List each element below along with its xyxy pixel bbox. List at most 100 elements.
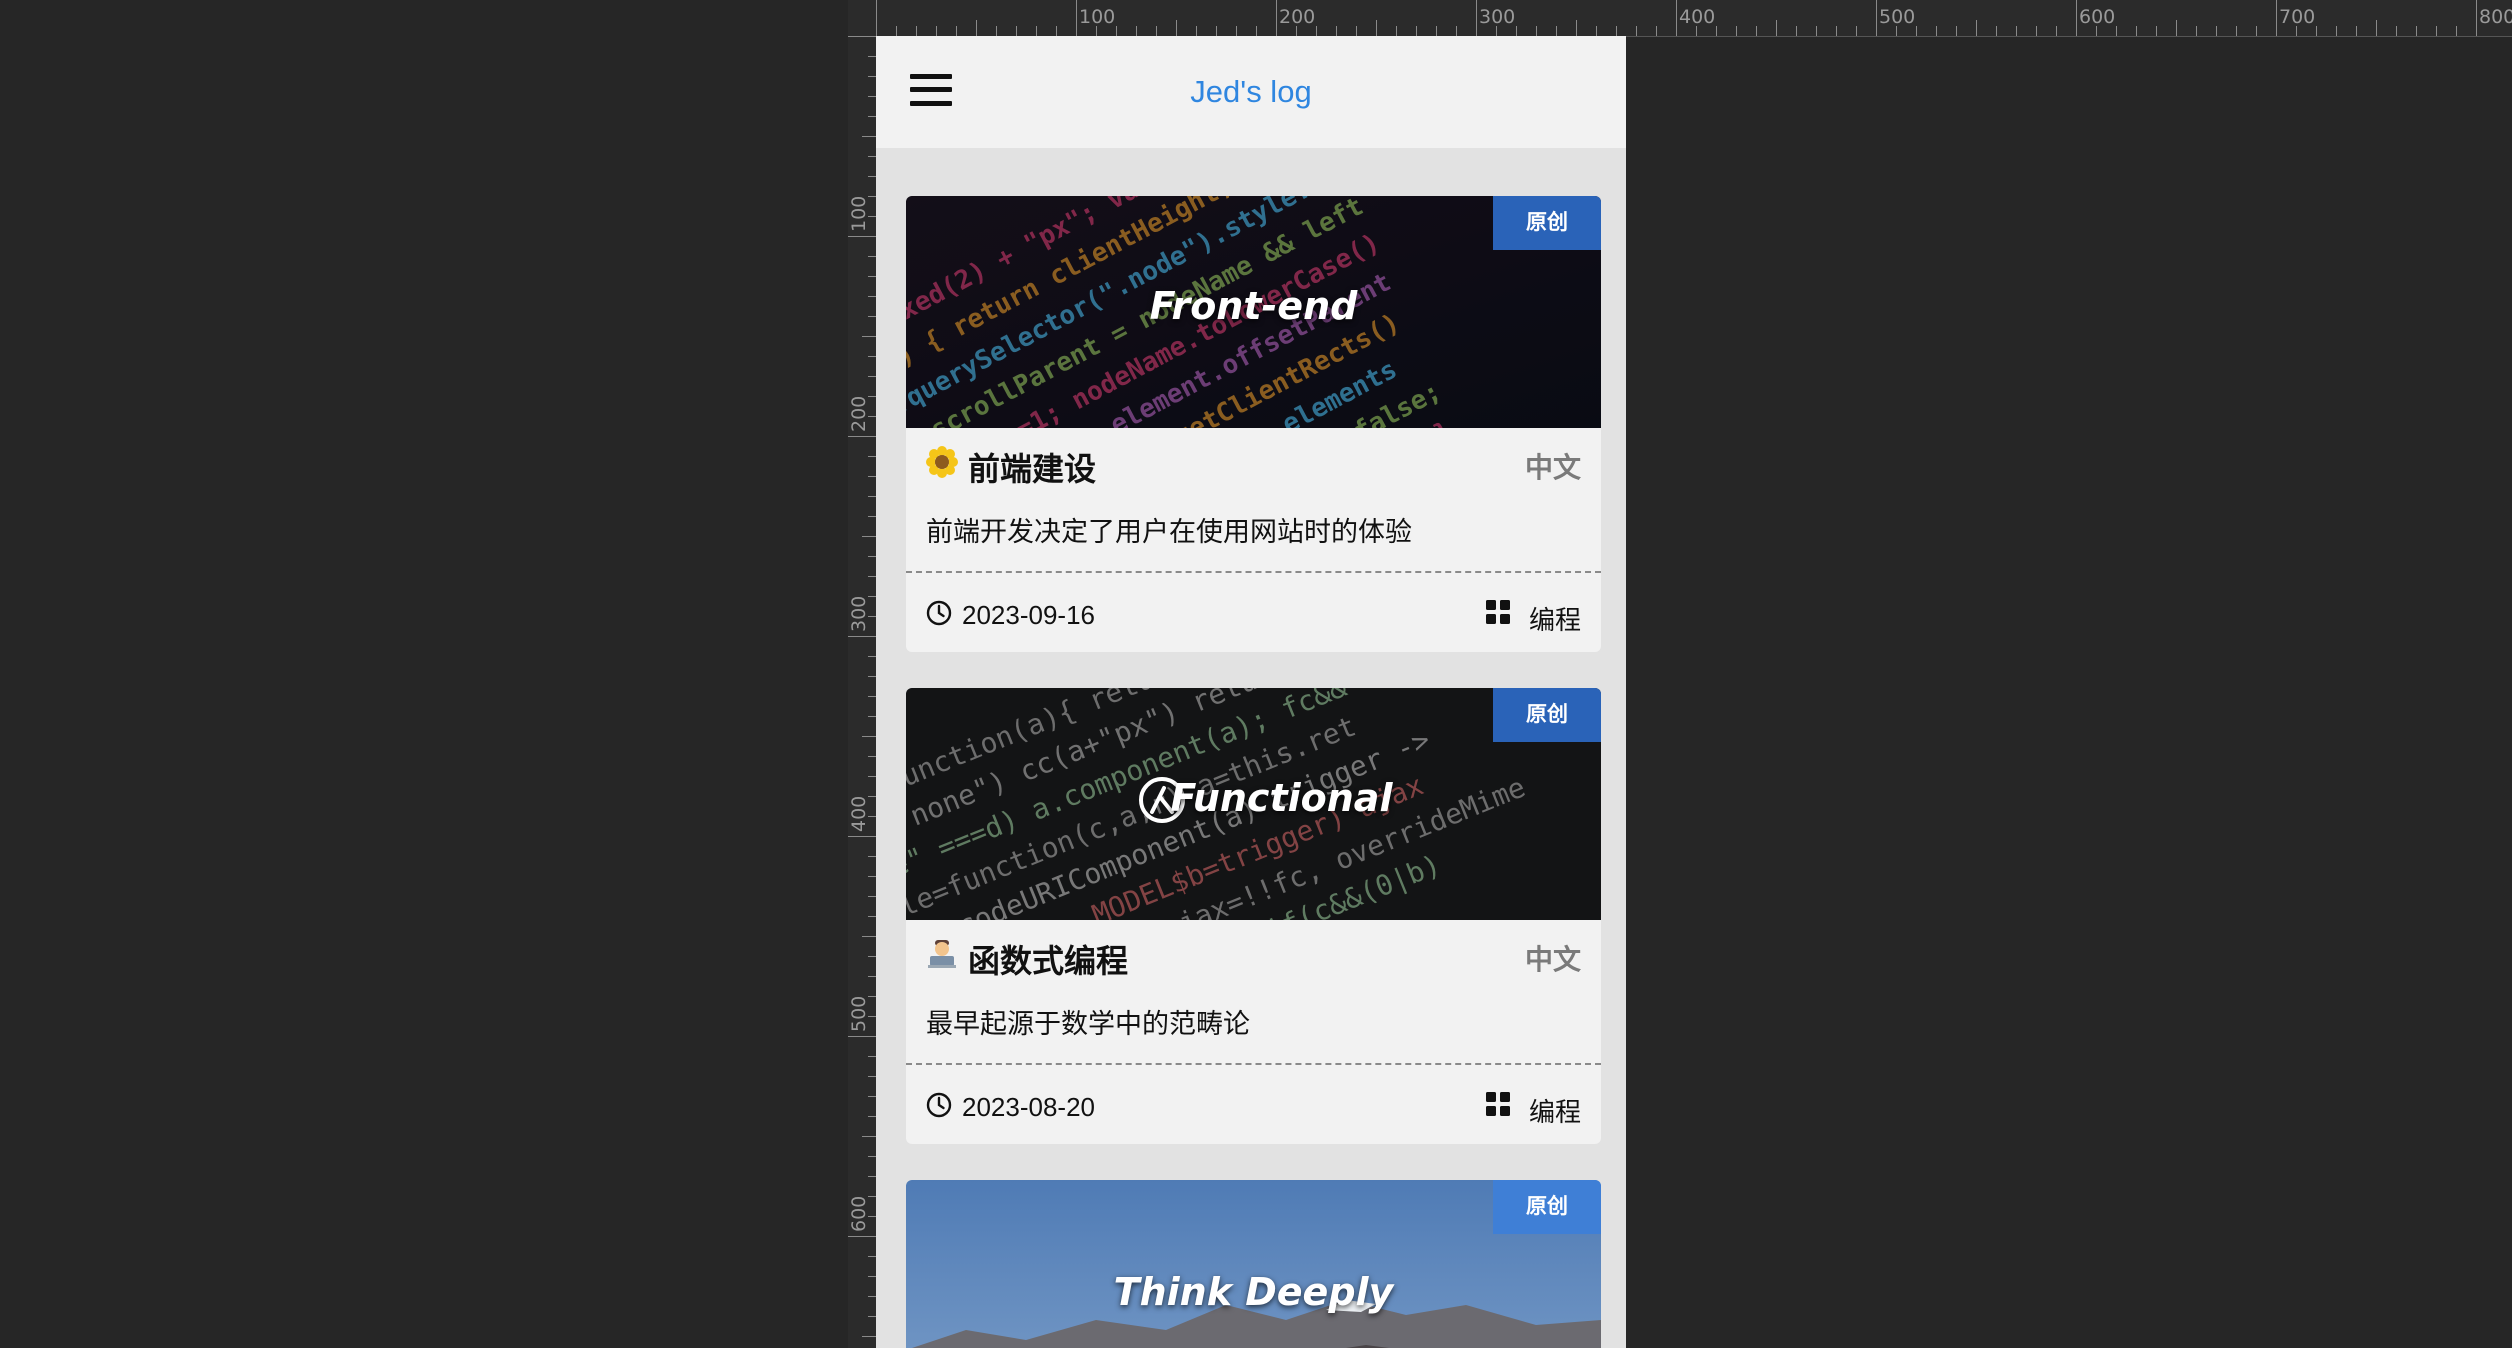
ruler-tick (848, 1036, 876, 1037)
category-grid-icon (1486, 600, 1510, 624)
ruler-tick (868, 756, 876, 757)
divider (906, 1063, 1601, 1065)
ruler-tick (1036, 26, 1037, 36)
ruler-label: 500 (848, 995, 870, 1032)
top-nav-bar: Jed's log (876, 36, 1626, 148)
ruler-tick (1756, 26, 1757, 36)
ruler-label: 300 (848, 595, 870, 632)
ruler-tick (1996, 26, 1997, 36)
post-cover-image[interactable]: is.each(function(a){ return this.compone… (906, 688, 1601, 920)
ruler-tick (868, 916, 876, 917)
ruler-tick (868, 516, 876, 517)
ruler-label: 600 (2079, 6, 2116, 28)
post-description: 前端开发决定了用户在使用网站时的体验 (926, 517, 1412, 547)
post-category[interactable]: 编程 (1529, 1092, 1581, 1129)
ruler-tick (2196, 26, 2197, 36)
post-cover-image[interactable]: Think Deeply 原创 (906, 1180, 1601, 1348)
ruler-tick (2376, 20, 2377, 36)
ruler-tick (868, 176, 876, 177)
ruler-tick (848, 1236, 876, 1237)
post-card-think-deeply[interactable]: Think Deeply 原创 (906, 1180, 1601, 1348)
ruler-tick (868, 1316, 876, 1317)
post-description: 最早起源于数学中的范畴论 (926, 1009, 1250, 1039)
ruler-tick (1936, 26, 1937, 36)
ruler-tick (1256, 26, 1257, 36)
ruler-tick (1776, 20, 1777, 36)
site-title[interactable]: Jed's log (876, 74, 1626, 110)
ruler-tick (2076, 0, 2077, 36)
ruler-tick (956, 26, 957, 36)
ruler-tick (862, 736, 876, 737)
ruler-tick (868, 476, 876, 477)
ruler-tick (1136, 26, 1137, 36)
ruler-tick (868, 1096, 876, 1097)
ruler-tick (868, 316, 876, 317)
ruler-tick (868, 1276, 876, 1277)
ruler-tick (1836, 26, 1837, 36)
cover-title: Think Deeply (1113, 1270, 1394, 1314)
post-category[interactable]: 编程 (1529, 600, 1581, 637)
ruler-left: 100 200 300 400 500 600 (848, 36, 877, 1348)
ruler-tick (2136, 26, 2137, 36)
ruler-tick (868, 576, 876, 577)
ruler-tick (1536, 26, 1537, 36)
ruler-tick (1616, 26, 1617, 36)
ruler-tick (862, 136, 876, 137)
ruler-tick (1456, 26, 1457, 36)
ruler-corner (848, 0, 876, 36)
ruler-tick (976, 20, 977, 36)
ruler-tick (868, 256, 876, 257)
ruler-tick (1336, 26, 1337, 36)
ruler-tick (1476, 0, 1477, 36)
ruler-tick (862, 336, 876, 337)
post-card-front-end[interactable]: width.toFixed(2) + "px"; var nodeName = … (906, 196, 1601, 652)
ruler-tick (868, 356, 876, 357)
language-tag: 中文 (1524, 944, 1581, 975)
ruler-tick (1676, 0, 1677, 36)
ruler-label: 500 (1879, 6, 1916, 28)
ruler-tick (2276, 0, 2277, 36)
post-date: 2023-08-20 (962, 1092, 1095, 1122)
original-badge: 原创 (1493, 1180, 1601, 1234)
ruler-tick (2256, 26, 2257, 36)
divider (906, 571, 1601, 573)
ruler-tick (1596, 26, 1597, 36)
ruler-tick (896, 26, 897, 36)
ruler-tick (848, 236, 876, 237)
screen: 100 200 300 400 500 600 700 800 100 200 300 400 500… (0, 0, 2512, 1348)
ruler-tick (1416, 26, 1417, 36)
post-cover-image[interactable]: width.toFixed(2) + "px"; var nodeName = … (906, 196, 1601, 428)
ruler-tick (1436, 26, 1437, 36)
ruler-tick (1116, 26, 1117, 36)
ruler-tick (868, 1156, 876, 1157)
ruler-label: 100 (1079, 6, 1116, 28)
ruler-tick (1556, 26, 1557, 36)
ruler-label: 800 (2479, 6, 2512, 28)
ruler-tick (2216, 26, 2217, 36)
ruler-tick (1976, 20, 1977, 36)
post-card-functional[interactable]: is.each(function(a){ return this.compone… (906, 688, 1601, 1144)
ruler-tick (1376, 20, 1377, 36)
ruler-tick (848, 36, 876, 37)
post-title[interactable]: 前端建设 (968, 444, 1096, 490)
ruler-tick (868, 276, 876, 277)
ruler-label: 200 (1279, 6, 1316, 28)
ruler-tick (848, 436, 876, 437)
device-viewport: Jed's log width.toFixed(2) + "px"; var n… (876, 36, 1626, 1348)
ruler-tick (2476, 0, 2477, 36)
ruler-tick (868, 1296, 876, 1297)
post-title[interactable]: 函数式编程 (968, 936, 1128, 982)
post-title-row: 前端建设 中文 (926, 440, 1581, 488)
ruler-tick (2416, 26, 2417, 36)
ruler-tick (1316, 26, 1317, 36)
cover-title: Front-end (1149, 284, 1358, 328)
ruler-tick (868, 556, 876, 557)
ruler-tick (1356, 26, 1357, 36)
ruler-tick (2316, 26, 2317, 36)
ruler-tick (1156, 26, 1157, 36)
ruler-tick (862, 1336, 876, 1337)
ruler-tick (868, 656, 876, 657)
ruler-tick (868, 376, 876, 377)
ruler-tick (916, 26, 917, 36)
original-badge: 原创 (1493, 196, 1601, 250)
